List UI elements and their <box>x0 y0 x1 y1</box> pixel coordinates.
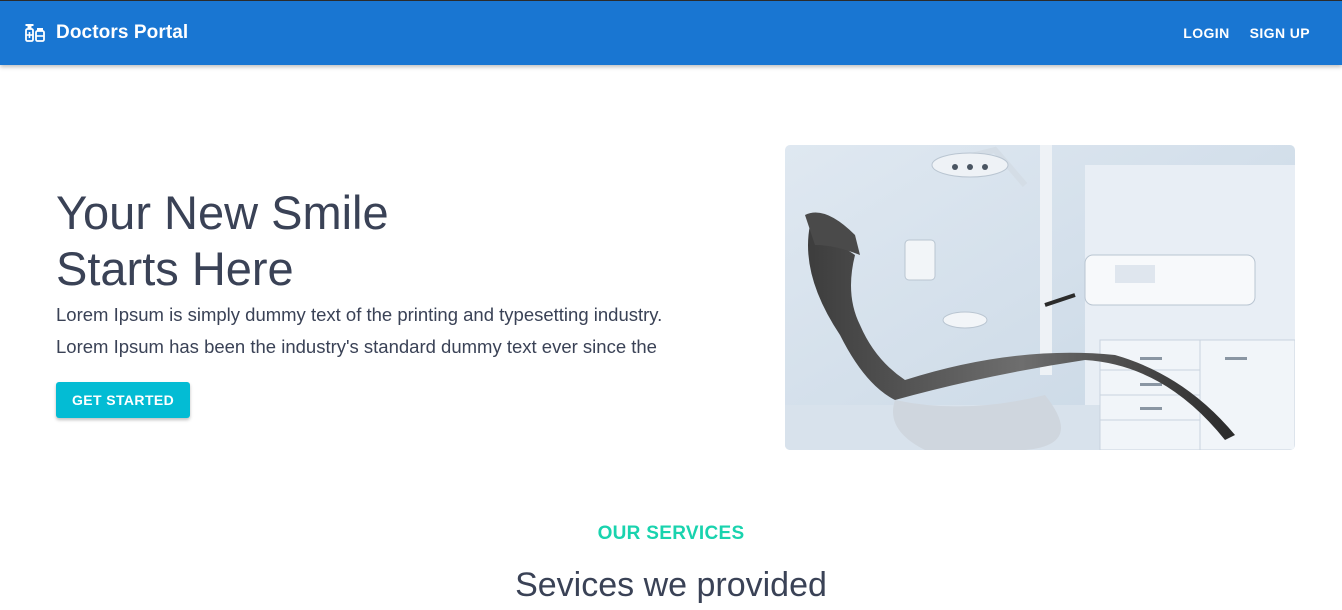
sign-up-button[interactable]: SIGN UP <box>1242 17 1318 49</box>
medication-icon <box>24 22 46 44</box>
services-title: Sevices we provided <box>515 566 827 604</box>
app-title: Doctors Portal <box>56 22 189 43</box>
hero-description: Lorem Ipsum is simply dummy text of the … <box>56 299 756 363</box>
get-started-button[interactable]: GET STARTED <box>56 382 191 418</box>
services-eyebrow: OUR SERVICES <box>597 523 745 544</box>
hero-title-line2: Starts Here <box>56 242 294 295</box>
brand[interactable]: Doctors Portal <box>24 22 188 44</box>
login-button[interactable]: LOGIN <box>1175 17 1237 49</box>
hero-section: Your New Smile Starts Here Lorem Ipsum i… <box>56 185 756 418</box>
hero-text-line2: Lorem Ipsum has been the industry's stan… <box>56 336 657 357</box>
top-nav: LOGIN SIGN UP <box>1175 17 1318 49</box>
dental-chair-image <box>785 145 1295 450</box>
hero-title: Your New Smile Starts Here <box>56 185 756 297</box>
app-bar: Doctors Portal LOGIN SIGN UP <box>0 0 1342 65</box>
hero-title-line1: Your New Smile <box>56 186 389 239</box>
hero-text-line1: Lorem Ipsum is simply dummy text of the … <box>56 304 663 325</box>
